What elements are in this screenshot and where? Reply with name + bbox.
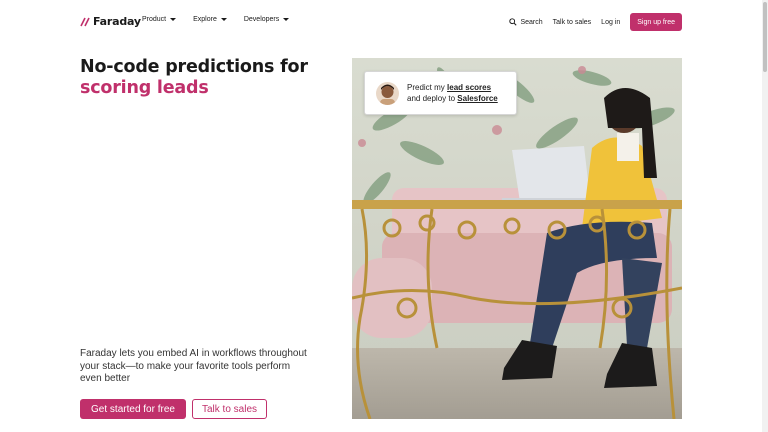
page-scrollbar[interactable] (762, 0, 768, 432)
hero-description: Faraday lets you embed AI in workflows t… (80, 348, 307, 384)
callout-text: Predict my lead scores and deploy to Sal… (407, 82, 498, 104)
talk-to-sales-link[interactable]: Talk to sales (553, 19, 592, 26)
lead-scores-link[interactable]: lead scores (447, 83, 491, 92)
menu-item-product[interactable]: Product (142, 16, 177, 23)
hero-title: No-code predictions for scoring leads (80, 57, 308, 99)
prediction-callout: Predict my lead scores and deploy to Sal… (364, 71, 517, 115)
hero-title-line1: No-code predictions for (80, 57, 308, 77)
menu-item-label: Developers (243, 16, 280, 23)
menu-item-label: Explore (193, 16, 217, 23)
login-link[interactable]: Log in (601, 19, 620, 26)
talk-to-sales-button[interactable]: Talk to sales (192, 399, 267, 419)
salesforce-link[interactable]: Salesforce (457, 94, 497, 103)
main-menu: Product Explore Developers (142, 16, 290, 23)
get-started-button[interactable]: Get started for free (80, 399, 186, 419)
chevron-down-icon (220, 18, 227, 21)
menu-item-explore[interactable]: Explore (193, 16, 227, 23)
search-icon (509, 18, 518, 26)
search-label: Search (520, 18, 543, 26)
menu-item-developers[interactable]: Developers (243, 16, 290, 23)
faraday-logo-icon (80, 17, 90, 26)
top-navigation: Faraday Product Explore Developers Searc… (0, 0, 768, 44)
signup-button[interactable]: Sign up free (630, 13, 682, 31)
avatar (376, 81, 399, 105)
callout-middle: and deploy to (407, 94, 456, 103)
brand-name: Faraday (93, 15, 141, 28)
chevron-down-icon (170, 18, 177, 21)
brand-logo[interactable]: Faraday (80, 15, 141, 28)
callout-prefix: Predict my (407, 83, 445, 92)
person-avatar-icon (376, 81, 399, 105)
hero-title-line2: scoring leads (80, 78, 209, 98)
search-link[interactable]: Search (509, 18, 543, 26)
scrollbar-thumb[interactable] (763, 2, 767, 72)
menu-item-label: Product (142, 16, 167, 23)
chevron-down-icon (283, 18, 290, 21)
right-navigation: Search Talk to sales Log in Sign up free (509, 13, 682, 31)
